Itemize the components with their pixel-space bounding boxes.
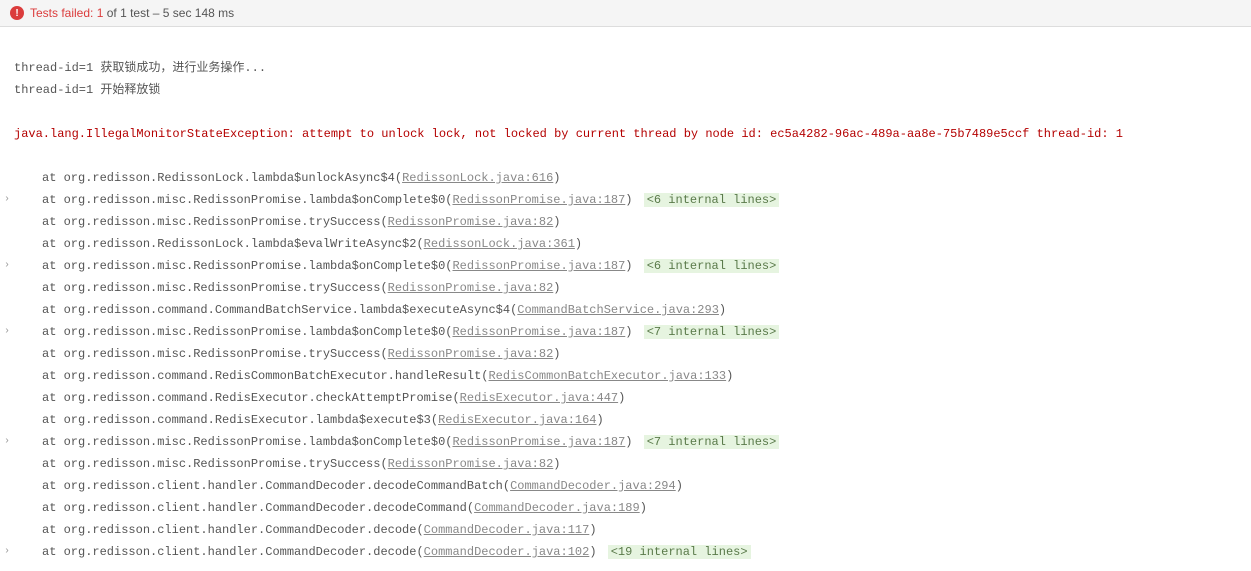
internal-lines-badge[interactable]: <19 internal lines> [608,545,751,559]
stack-text: at org.redisson.command.CommandBatchServ… [14,299,1251,321]
stack-frame: at org.redisson.client.handler.CommandDe… [0,497,1251,519]
log-line: thread-id=1 获取锁成功，进行业务操作... [0,57,1251,79]
internal-lines-badge[interactable]: <6 internal lines> [644,259,780,273]
frame-method: at org.redisson.command.RedisCommonBatch… [42,369,488,383]
frame-method: at org.redisson.RedissonLock.lambda$eval… [42,237,424,251]
stack-frame: › at org.redisson.misc.RedissonPromise.la… [0,189,1251,211]
stack-text: at org.redisson.command.RedisCommonBatch… [14,365,1251,387]
internal-lines-badge[interactable]: <7 internal lines> [644,435,780,449]
stack-text: at org.redisson.command.RedisExecutor.ch… [14,387,1251,409]
source-link[interactable]: RedissonPromise.java:82 [388,347,554,361]
source-link[interactable]: RedissonPromise.java:187 [452,259,625,273]
frame-method: at org.redisson.misc.RedissonPromise.try… [42,347,388,361]
stack-frame: at org.redisson.client.handler.CommandDe… [0,475,1251,497]
frame-method: at org.redisson.client.handler.CommandDe… [42,545,424,559]
stack-frame: at org.redisson.misc.RedissonPromise.try… [0,277,1251,299]
stack-frame: at org.redisson.command.CommandBatchServ… [0,299,1251,321]
source-link[interactable]: RedisCommonBatchExecutor.java:133 [488,369,726,383]
stack-text: at org.redisson.misc.RedissonPromise.try… [14,277,1251,299]
source-link[interactable]: RedissonLock.java:361 [424,237,575,251]
expand-toggle[interactable]: › [0,321,14,343]
source-link[interactable]: CommandDecoder.java:189 [474,501,640,515]
stack-frame: at org.redisson.client.handler.CommandDe… [0,519,1251,541]
source-link[interactable]: CommandDecoder.java:117 [424,523,590,537]
expand-toggle[interactable]: › [0,255,14,277]
frame-method: at org.redisson.client.handler.CommandDe… [42,523,424,537]
stack-frame: at org.redisson.RedissonLock.lambda$eval… [0,233,1251,255]
frame-method: at org.redisson.misc.RedissonPromise.lam… [42,325,452,339]
internal-lines-badge[interactable]: <7 internal lines> [644,325,780,339]
source-link[interactable]: RedissonPromise.java:82 [388,215,554,229]
stack-frame: at org.redisson.command.RedisExecutor.ch… [0,387,1251,409]
fail-label: Tests failed: [30,6,93,20]
frame-method: at org.redisson.RedissonLock.lambda$unlo… [42,171,402,185]
frame-method: at org.redisson.misc.RedissonPromise.lam… [42,259,452,273]
internal-lines-badge[interactable]: <6 internal lines> [644,193,780,207]
expand-toggle[interactable]: › [0,431,14,453]
duration: 5 sec 148 ms [163,6,234,20]
expand-toggle[interactable]: › [0,541,14,563]
stack-text: at org.redisson.command.RedisExecutor.la… [14,409,1251,431]
stack-text: at org.redisson.client.handler.CommandDe… [14,541,1251,563]
frame-method: at org.redisson.client.handler.CommandDe… [42,479,510,493]
fail-icon: ! [10,6,24,20]
test-status-bar: ! Tests failed: 1 of 1 test – 5 sec 148 … [0,0,1251,27]
stack-text: at org.redisson.misc.RedissonPromise.try… [14,211,1251,233]
stack-text: at org.redisson.RedissonLock.lambda$unlo… [14,167,1251,189]
source-link[interactable]: RedissonPromise.java:187 [452,435,625,449]
of-text: of 1 test [103,6,149,20]
stack-text: at org.redisson.misc.RedissonPromise.try… [14,343,1251,365]
stack-frame: at org.redisson.RedissonLock.lambda$unlo… [0,167,1251,189]
stack-frame: › at org.redisson.client.handler.CommandD… [0,541,1251,563]
source-link[interactable]: RedisExecutor.java:447 [460,391,618,405]
stack-frame: at org.redisson.command.RedisCommonBatch… [0,365,1251,387]
source-link[interactable]: RedisExecutor.java:164 [438,413,596,427]
source-link[interactable]: RedissonLock.java:616 [402,171,553,185]
frame-method: at org.redisson.misc.RedissonPromise.try… [42,457,388,471]
source-link[interactable]: CommandDecoder.java:102 [424,545,590,559]
stack-text: at org.redisson.misc.RedissonPromise.try… [14,453,1251,475]
stack-frame: at org.redisson.misc.RedissonPromise.try… [0,343,1251,365]
source-link[interactable]: CommandBatchService.java:293 [517,303,719,317]
console-output: thread-id=1 获取锁成功，进行业务操作... thread-id=1 … [0,27,1251,571]
log-line: thread-id=1 开始释放锁 [0,79,1251,101]
stack-text: at org.redisson.misc.RedissonPromise.lam… [14,431,1251,453]
frame-method: at org.redisson.command.CommandBatchServ… [42,303,517,317]
source-link[interactable]: RedissonPromise.java:82 [388,281,554,295]
source-link[interactable]: RedissonPromise.java:187 [452,193,625,207]
source-link[interactable]: RedissonPromise.java:82 [388,457,554,471]
frame-method: at org.redisson.client.handler.CommandDe… [42,501,474,515]
stack-text: at org.redisson.misc.RedissonPromise.lam… [14,255,1251,277]
frame-method: at org.redisson.command.RedisExecutor.la… [42,413,438,427]
stack-text: at org.redisson.client.handler.CommandDe… [14,475,1251,497]
status-text: Tests failed: 1 of 1 test – 5 sec 148 ms [30,6,234,20]
stack-frame: at org.redisson.misc.RedissonPromise.try… [0,453,1251,475]
stack-frame: › at org.redisson.misc.RedissonPromise.la… [0,255,1251,277]
frame-method: at org.redisson.misc.RedissonPromise.try… [42,215,388,229]
stack-text: at org.redisson.misc.RedissonPromise.lam… [14,189,1251,211]
stack-frame: › at org.redisson.misc.RedissonPromise.la… [0,321,1251,343]
source-link[interactable]: RedissonPromise.java:187 [452,325,625,339]
stack-frame: at org.redisson.command.RedisExecutor.la… [0,409,1251,431]
stack-text: at org.redisson.client.handler.CommandDe… [14,497,1251,519]
dash: – [149,6,162,20]
frame-method: at org.redisson.misc.RedissonPromise.lam… [42,435,452,449]
frame-method: at org.redisson.misc.RedissonPromise.lam… [42,193,452,207]
source-link[interactable]: CommandDecoder.java:294 [510,479,676,493]
frame-method: at org.redisson.command.RedisExecutor.ch… [42,391,460,405]
stack-text: at org.redisson.client.handler.CommandDe… [14,519,1251,541]
stack-frame: at org.redisson.misc.RedissonPromise.try… [0,211,1251,233]
stack-text: at org.redisson.RedissonLock.lambda$eval… [14,233,1251,255]
expand-toggle[interactable]: › [0,189,14,211]
stack-trace: at org.redisson.RedissonLock.lambda$unlo… [0,167,1251,563]
frame-method: at org.redisson.misc.RedissonPromise.try… [42,281,388,295]
exception-message: java.lang.IllegalMonitorStateException: … [0,123,1251,145]
stack-text: at org.redisson.misc.RedissonPromise.lam… [14,321,1251,343]
stack-frame: › at org.redisson.misc.RedissonPromise.la… [0,431,1251,453]
